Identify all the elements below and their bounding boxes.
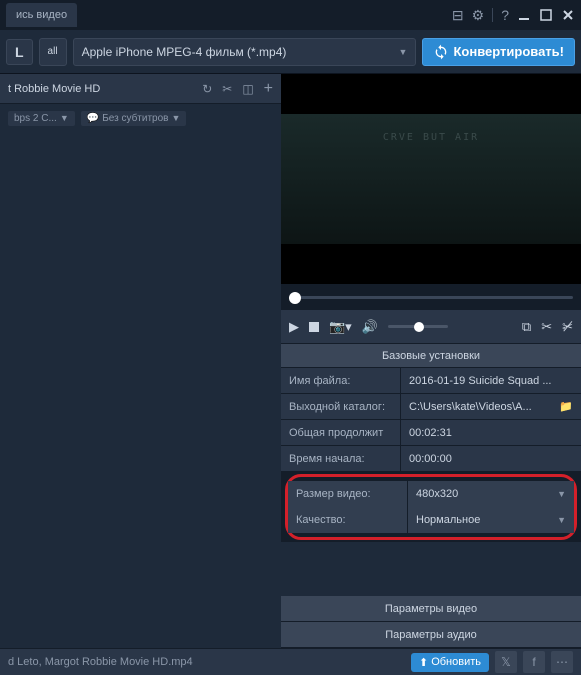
add-icon[interactable]: + xyxy=(264,80,273,98)
chevron-down-icon: ▼ xyxy=(399,47,408,57)
folder-icon[interactable]: 📁 xyxy=(559,400,573,413)
minimize-button[interactable] xyxy=(517,8,531,22)
value-start[interactable]: 00:00:00 xyxy=(401,446,581,471)
more-icon[interactable]: ⋯ xyxy=(551,651,573,673)
preview-frame xyxy=(281,114,581,244)
volume-slider[interactable] xyxy=(388,325,448,328)
file-item-sub: bps 2 C...▼ 💬Без субтитров▼ xyxy=(0,104,281,132)
value-duration: 00:02:31 xyxy=(401,420,581,445)
subtitle-pill[interactable]: 💬Без субтитров▼ xyxy=(81,111,187,126)
value-outdir[interactable]: C:\Users\kate\Videos\A...📁 xyxy=(401,394,581,419)
close-button[interactable] xyxy=(561,8,575,22)
maximize-button[interactable] xyxy=(539,8,553,22)
tab-video-record[interactable]: ись видео xyxy=(6,3,77,27)
gear-icon[interactable]: ⚙ xyxy=(472,7,485,24)
link-icon[interactable]: ⧉ xyxy=(522,319,531,335)
help-icon[interactable]: ? xyxy=(501,7,509,23)
crop-icon[interactable]: ◫ xyxy=(242,82,253,96)
row-quality: Качество: Нормальное▼ xyxy=(288,507,574,533)
profile-dropdown[interactable]: Apple iPhone MPEG-4 фильм (*.mp4) ▼ xyxy=(73,38,417,66)
refresh-icon xyxy=(433,44,449,60)
volume-thumb[interactable] xyxy=(414,322,424,332)
convert-label: Конвертировать! xyxy=(453,44,564,59)
file-list-panel: t Robbie Movie HD ↻ ✂ ◫ + bps 2 C...▼ 💬Б… xyxy=(0,74,281,648)
nocut-icon[interactable]: ✂̸ xyxy=(562,319,573,335)
row-outdir: Выходной каталог: C:\Users\kate\Videos\A… xyxy=(281,394,581,420)
refresh-icon[interactable]: ↻ xyxy=(202,82,212,96)
codec-pill[interactable]: bps 2 C...▼ xyxy=(8,111,75,126)
titlebar-icons: ⊟ ⚙ ? xyxy=(452,7,575,24)
label-duration: Общая продолжит xyxy=(281,420,401,445)
seek-thumb[interactable] xyxy=(289,292,301,304)
label-filename: Имя файла: xyxy=(281,368,401,393)
profile-all-icon[interactable]: all xyxy=(39,38,67,66)
row-filename: Имя файла: 2016-01-19 Suicide Squad ... xyxy=(281,368,581,394)
convert-button[interactable]: Конвертировать! xyxy=(422,38,575,66)
volume-icon[interactable]: 🔊 xyxy=(362,319,378,335)
properties-list: Имя файла: 2016-01-19 Suicide Squad ... … xyxy=(281,368,581,472)
snapshot-icon[interactable]: 📷▾ xyxy=(329,319,352,335)
mode-badge[interactable]: L xyxy=(6,39,33,65)
upload-icon: ⬆ xyxy=(419,656,428,669)
cut-icon[interactable]: ✂ xyxy=(541,319,552,335)
value-filename[interactable]: 2016-01-19 Suicide Squad ... xyxy=(401,368,581,393)
value-videosize[interactable]: 480x320▼ xyxy=(408,481,574,507)
layout-icon[interactable]: ⊟ xyxy=(452,7,464,24)
label-videosize: Размер видео: xyxy=(288,481,408,507)
audio-params-button[interactable]: Параметры аудио xyxy=(281,622,581,648)
subtitle-icon: 💬 xyxy=(87,113,99,124)
row-videosize: Размер видео: 480x320▼ xyxy=(288,481,574,507)
facebook-icon[interactable]: f xyxy=(523,651,545,673)
highlight-annotation: Размер видео: 480x320▼ Качество: Нормаль… xyxy=(285,474,577,540)
main-area: t Robbie Movie HD ↻ ✂ ◫ + bps 2 C...▼ 💬Б… xyxy=(0,74,581,648)
stop-icon[interactable] xyxy=(309,322,319,332)
status-bar: d Leto, Margot Robbie Movie HD.mp4 ⬆Обно… xyxy=(0,648,581,675)
profile-label: Apple iPhone MPEG-4 фильм (*.mp4) xyxy=(82,45,287,59)
value-quality[interactable]: Нормальное▼ xyxy=(408,507,574,533)
video-params-button[interactable]: Параметры видео xyxy=(281,596,581,622)
row-duration: Общая продолжит 00:02:31 xyxy=(281,420,581,446)
label-outdir: Выходной каталог: xyxy=(281,394,401,419)
label-quality: Качество: xyxy=(288,507,408,533)
spacer xyxy=(281,542,581,596)
seek-track[interactable] xyxy=(289,296,573,299)
play-icon[interactable]: ▶ xyxy=(289,319,299,335)
twitter-icon[interactable]: 𝕏 xyxy=(495,651,517,673)
scissors-icon[interactable]: ✂ xyxy=(222,82,232,96)
chevron-down-icon: ▼ xyxy=(557,489,566,499)
label-start: Время начала: xyxy=(281,446,401,471)
file-title: t Robbie Movie HD xyxy=(8,83,192,95)
row-start: Время начала: 00:00:00 xyxy=(281,446,581,472)
settings-header: Базовые установки xyxy=(281,344,581,368)
video-preview[interactable] xyxy=(281,74,581,284)
format-bar: L all Apple iPhone MPEG-4 фильм (*.mp4) … xyxy=(0,30,581,74)
file-item-header[interactable]: t Robbie Movie HD ↻ ✂ ◫ + xyxy=(0,74,281,104)
preview-panel: ▶ 📷▾ 🔊 ⧉ ✂ ✂̸ Базовые установки Имя файл… xyxy=(281,74,581,648)
separator xyxy=(492,8,493,22)
player-controls: ▶ 📷▾ 🔊 ⧉ ✂ ✂̸ xyxy=(281,310,581,344)
update-button[interactable]: ⬆Обновить xyxy=(411,653,489,672)
chevron-down-icon: ▼ xyxy=(557,515,566,525)
status-text: d Leto, Margot Robbie Movie HD.mp4 xyxy=(8,656,405,668)
titlebar: ись видео ⊟ ⚙ ? xyxy=(0,0,581,30)
seek-bar[interactable] xyxy=(281,284,581,310)
